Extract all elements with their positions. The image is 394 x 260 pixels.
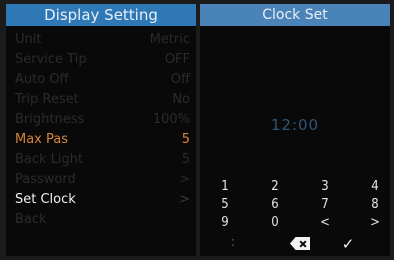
menu-item-set-clock[interactable]: Set Clock > <box>6 190 190 210</box>
key-colon[interactable]: : <box>222 234 244 252</box>
clock-set-title: Clock Set <box>200 4 390 26</box>
menu-item-label: Back Light <box>15 152 84 167</box>
menu-item-value: Off <box>170 72 190 87</box>
menu-item-trip-reset[interactable]: Trip Reset No <box>6 90 190 110</box>
menu-item-auto-off[interactable]: Auto Off Off <box>6 70 190 90</box>
menu-item-label: Unit <box>15 32 42 47</box>
key-3[interactable]: 3 <box>314 178 336 196</box>
backspace-icon[interactable] <box>290 237 310 250</box>
menu-item-back[interactable]: Back <box>6 210 190 230</box>
menu-item-label: Service Tip <box>15 52 87 67</box>
menu-item-label: Password <box>15 172 76 187</box>
menu-item-back-light[interactable]: Back Light 5 <box>6 150 190 170</box>
checkmark-icon[interactable]: ✓ <box>341 237 355 252</box>
numeric-keypad: 1 2 3 4 5 6 7 8 9 0 < > : ✓ <box>200 174 390 256</box>
key-9[interactable]: 9 <box>214 214 236 232</box>
clock-set-screen: Clock Set 12:00 1 2 3 4 5 6 7 8 9 0 < > … <box>200 4 390 256</box>
menu-item-value: 5 <box>181 132 190 147</box>
menu-item-label: Auto Off <box>15 72 69 87</box>
menu-item-label: Set Clock <box>15 192 76 207</box>
key-8[interactable]: 8 <box>364 196 386 214</box>
menu-item-value: 5 <box>181 152 190 167</box>
key-5[interactable]: 5 <box>214 196 236 214</box>
key-2[interactable]: 2 <box>264 178 286 196</box>
menu-item-value: 100% <box>152 112 190 127</box>
menu-item-value: > <box>179 192 190 207</box>
display-setting-screen: Display Setting Unit Metric Service Tip … <box>6 4 196 256</box>
menu-item-service-tip[interactable]: Service Tip OFF <box>6 50 190 70</box>
key-0[interactable]: 0 <box>264 214 286 232</box>
menu-item-label: Trip Reset <box>15 92 79 107</box>
menu-item-unit[interactable]: Unit Metric <box>6 30 190 50</box>
menu-item-label: Brightness <box>15 112 85 127</box>
menu-item-value: No <box>172 92 190 107</box>
key-6[interactable]: 6 <box>264 196 286 214</box>
menu-item-password[interactable]: Password > <box>6 170 190 190</box>
key-4[interactable]: 4 <box>364 178 386 196</box>
menu-item-value: Metric <box>149 32 190 47</box>
key-7[interactable]: 7 <box>314 196 336 214</box>
key-right[interactable]: > <box>364 214 386 232</box>
menu-item-brightness[interactable]: Brightness 100% <box>6 110 190 130</box>
menu-item-label: Back <box>15 212 47 227</box>
menu-item-label: Max Pas <box>15 132 69 147</box>
key-1[interactable]: 1 <box>214 178 236 196</box>
menu-item-max-pas[interactable]: Max Pas 5 <box>6 130 190 150</box>
menu-item-value: > <box>179 172 190 187</box>
display-setting-title: Display Setting <box>6 4 196 26</box>
key-left[interactable]: < <box>314 214 336 232</box>
menu-item-value: OFF <box>164 52 190 67</box>
clock-time-display: 12:00 <box>270 116 320 134</box>
